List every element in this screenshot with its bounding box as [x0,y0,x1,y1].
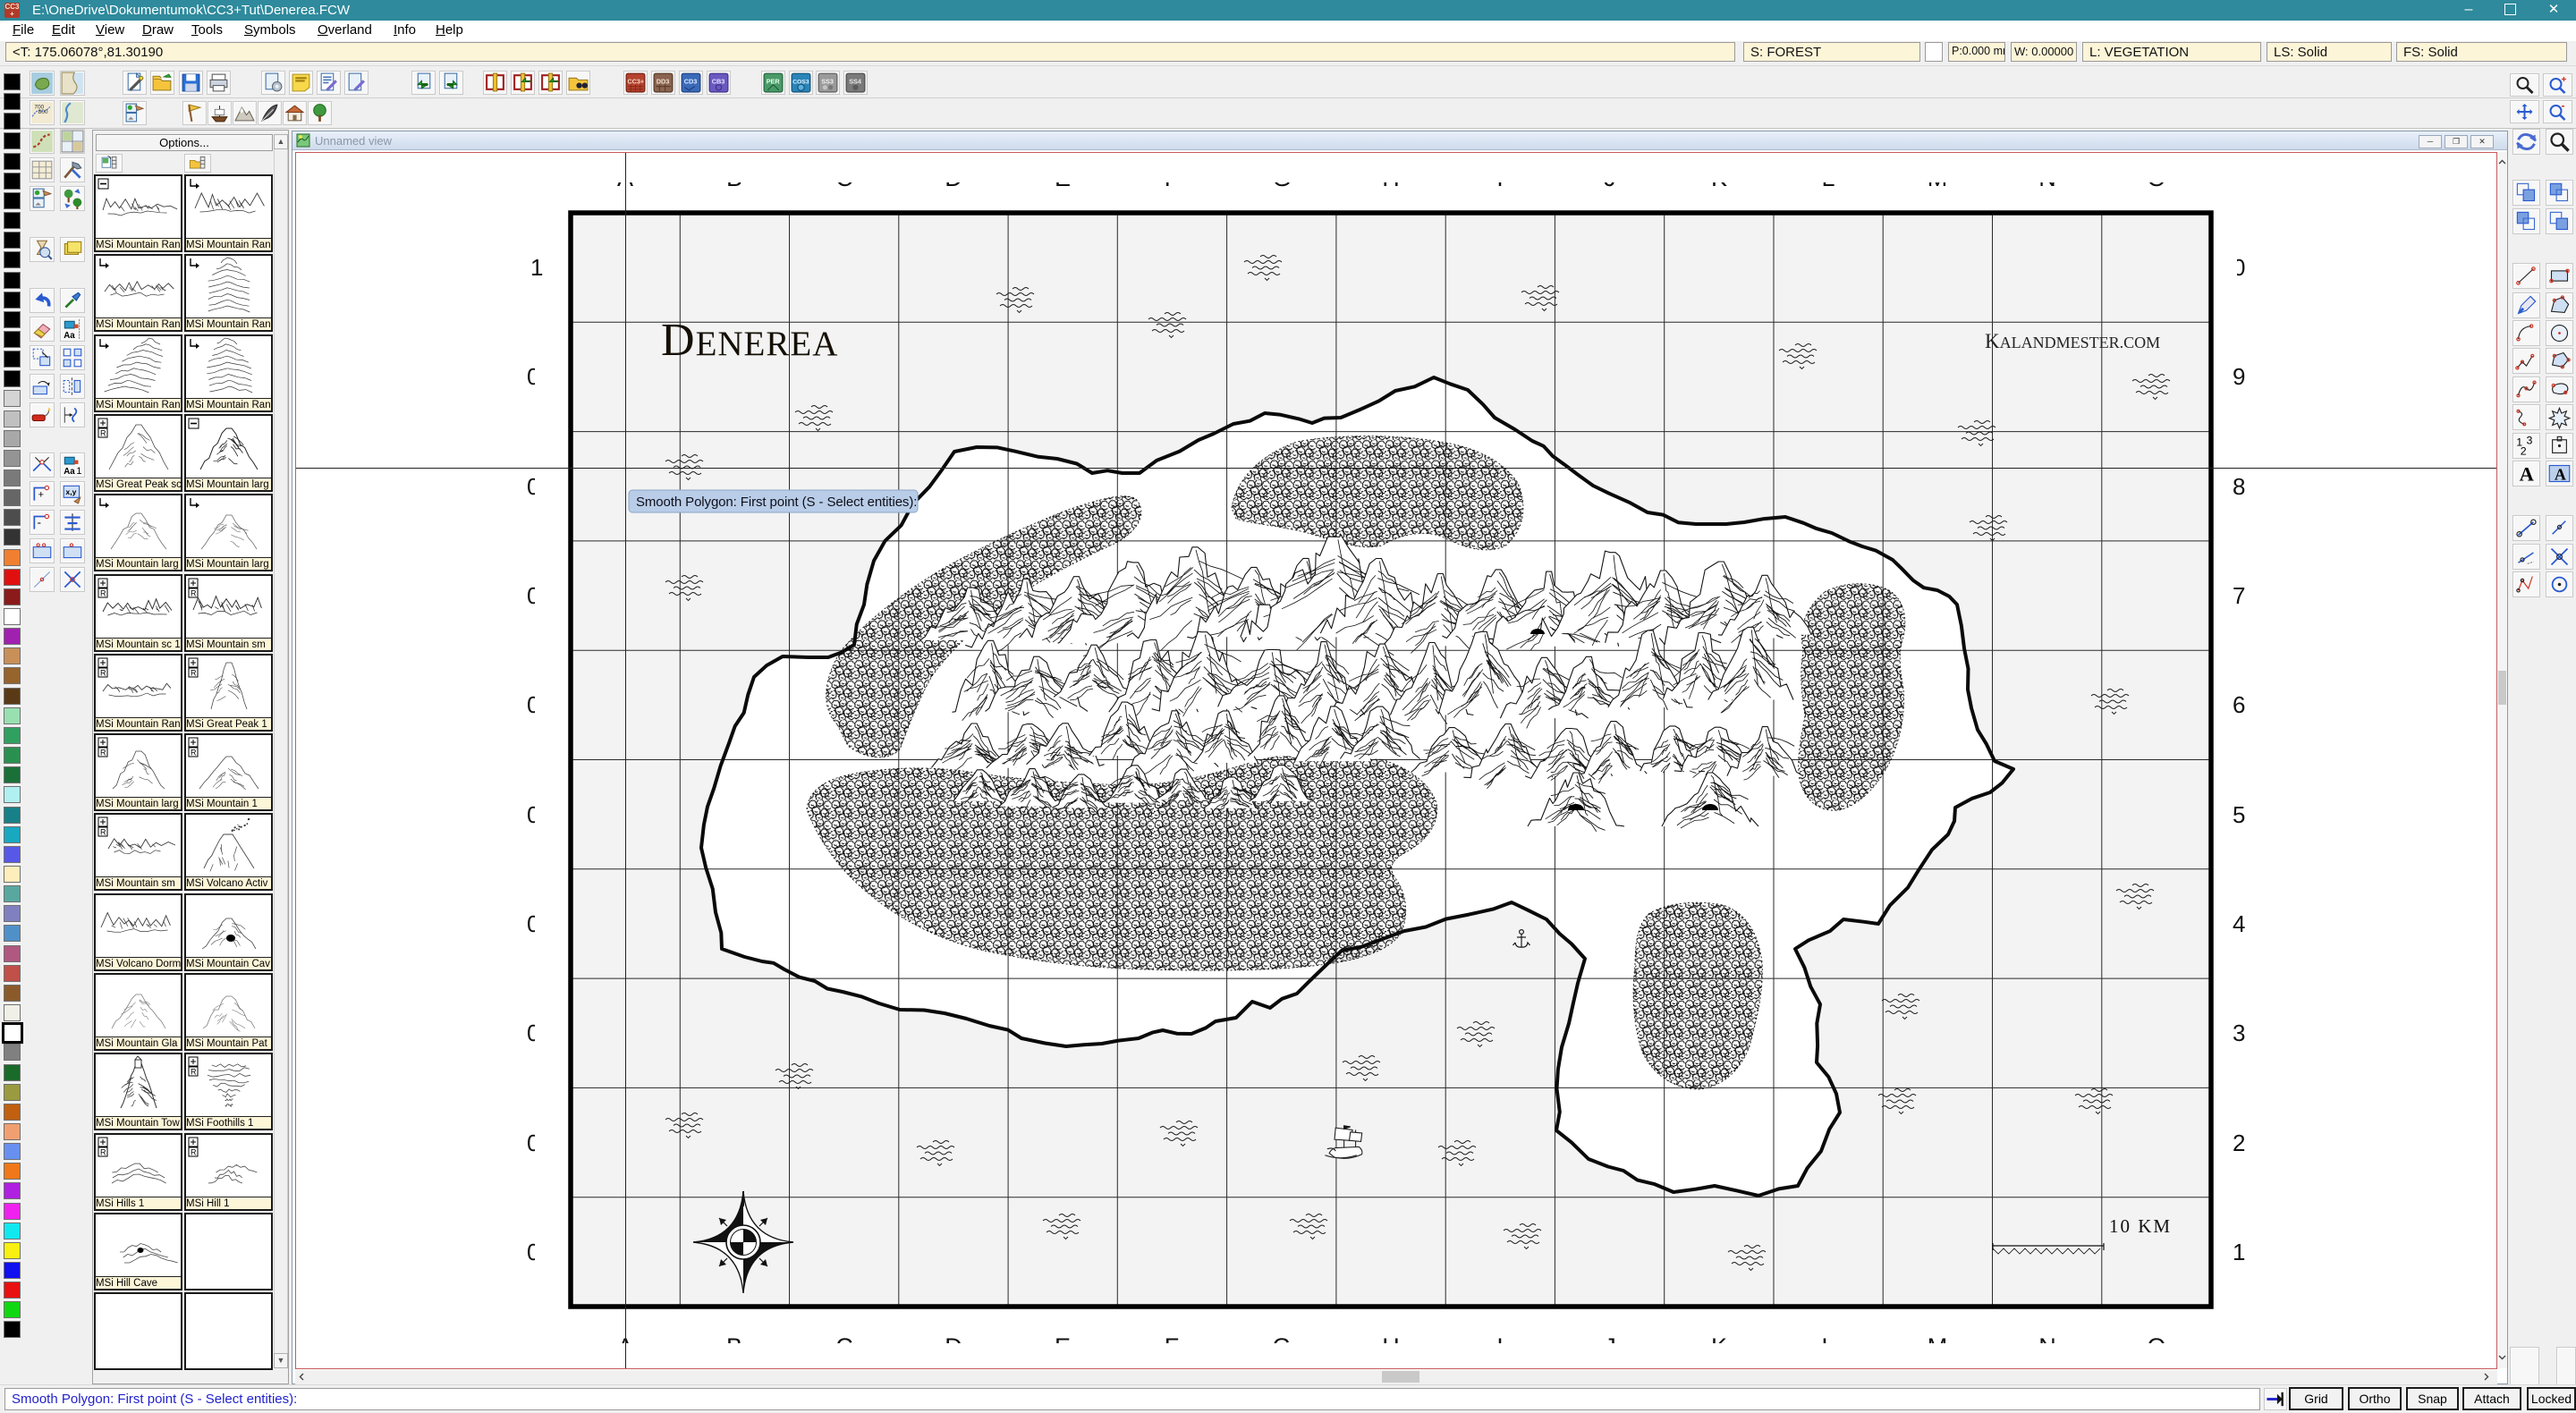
svg-text:R: R [191,749,197,757]
svg-text:J: J [1604,1333,1616,1360]
svg-text:0: 0 [527,363,539,390]
svg-text:H: H [1382,165,1400,191]
svg-text:R: R [100,589,106,598]
svg-text:R: R [100,828,106,837]
svg-text:DD3: DD3 [657,78,670,86]
svg-text:A: A [2555,465,2566,483]
svg-text:E: E [1055,165,1071,191]
svg-text:+: + [2562,75,2567,85]
svg-text:4: 4 [2233,910,2245,937]
svg-text:H: H [1382,1333,1400,1360]
svg-text:G: G [1272,1333,1291,1360]
svg-text:CC3+: CC3+ [627,78,644,86]
svg-text:0: 0 [527,582,539,609]
svg-text:Smooth Polygon: First point (S: Smooth Polygon: First point (S - Select … [636,495,917,510]
svg-text:0: 0 [527,691,539,718]
svg-text:7: 7 [2233,582,2245,609]
svg-text:A: A [2520,462,2535,485]
svg-text:F: F [1165,1333,1180,1360]
svg-text:SS4: SS4 [849,78,862,86]
svg-text:K: K [1711,1333,1727,1360]
svg-text:9: 9 [2233,363,2245,390]
svg-text:R: R [100,749,106,757]
svg-text:R: R [191,669,197,678]
svg-text:B: B [726,165,742,191]
svg-text:F: F [1165,165,1180,191]
svg-text:800: 800 [38,109,48,115]
svg-text:0: 0 [2233,254,2245,281]
svg-text:R: R [100,669,106,678]
svg-text:C: C [835,1333,853,1360]
svg-text:x,y: x,y [65,487,76,496]
svg-text:E: E [1055,1333,1071,1360]
svg-text:Aa: Aa [64,331,75,341]
svg-text:0: 0 [527,910,539,937]
svg-text:2: 2 [2521,445,2527,458]
svg-text:3: 3 [2527,434,2533,446]
svg-text:O: O [2147,1333,2165,1360]
svg-text:1: 1 [76,466,81,477]
svg-text:R: R [191,589,197,598]
svg-text:0: 0 [527,1130,539,1156]
svg-text:3: 3 [2233,1020,2245,1046]
svg-text:2: 2 [2233,1130,2245,1156]
svg-text:5: 5 [2233,801,2245,828]
svg-text:R: R [191,1148,197,1157]
svg-text:Aa: Aa [64,467,75,477]
svg-text:1: 1 [530,254,543,281]
svg-text:CD3: CD3 [684,78,698,86]
svg-text:I: I [1496,1333,1504,1360]
svg-text:B: B [726,1333,742,1360]
svg-text:K: K [1711,165,1727,191]
svg-text:R: R [100,429,106,438]
svg-text:D: D [945,1333,962,1360]
svg-text:SS3: SS3 [821,78,834,86]
svg-text:I: I [1496,165,1504,191]
svg-text:10 KM: 10 KM [2109,1215,2172,1237]
svg-text:L: L [1821,165,1835,191]
svg-text:L: L [1821,1333,1835,1360]
svg-text:N: N [2038,1333,2056,1360]
svg-text:D: D [945,165,962,191]
svg-text:+: + [38,489,44,500]
svg-text:J: J [1604,165,1616,191]
svg-text:R: R [191,1068,197,1077]
svg-text:0: 0 [527,801,539,828]
svg-text:0: 0 [527,1239,539,1265]
svg-text:R: R [100,1148,106,1157]
svg-text:G: G [1272,165,1291,191]
svg-text:M: M [1928,1333,1948,1360]
svg-text:1: 1 [2233,1239,2245,1265]
svg-text:N: N [2038,165,2056,191]
svg-text:M: M [1928,165,1948,191]
svg-text:O: O [2147,165,2165,191]
svg-text:-: - [38,515,41,529]
svg-text:8: 8 [2233,473,2245,500]
svg-text:0: 0 [527,1020,539,1046]
svg-text:KALANDMESTER.COM: KALANDMESTER.COM [1985,330,2160,352]
svg-text:6: 6 [2233,691,2245,718]
svg-text:0: 0 [527,473,539,500]
svg-text:-: - [2562,99,2565,112]
svg-text:C: C [835,165,853,191]
